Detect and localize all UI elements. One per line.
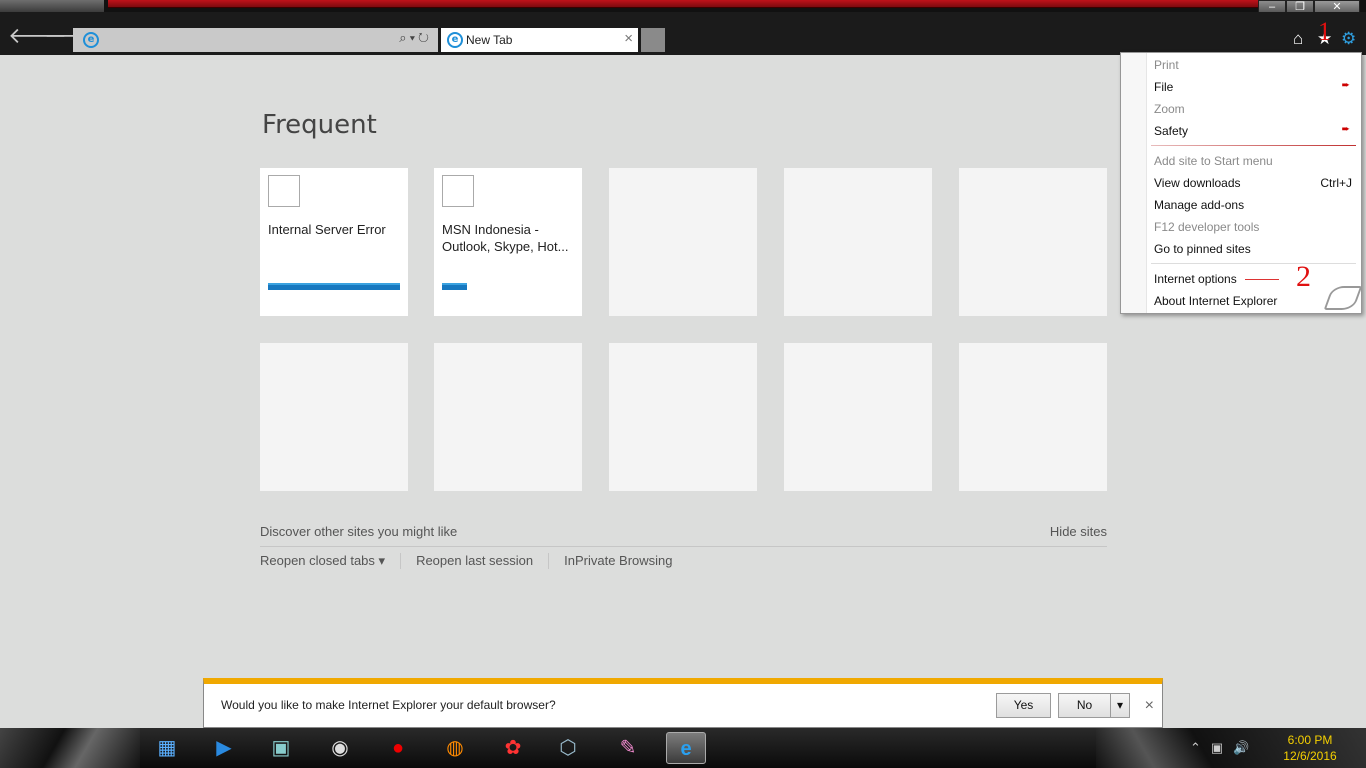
menu-separator [1151,263,1356,264]
tile-title: Internal Server Error [268,222,386,237]
empty-tile [609,343,757,491]
tab-title: New Tab [466,33,513,47]
tools-gear-icon[interactable]: ⚙ [1341,29,1356,49]
system-tray-icons[interactable]: ⌃▣🔊 [1190,740,1259,756]
close-notification-icon[interactable]: × [1145,697,1154,715]
submenu-arrow-icon: ➨ [1341,80,1350,91]
title-bar-left-decoration [0,0,104,12]
inprivate-browsing-link[interactable]: InPrivate Browsing [564,553,687,569]
default-browser-notification: Would you like to make Internet Explorer… [203,678,1163,728]
close-tab-icon[interactable]: × [624,30,633,47]
frequent-tile[interactable]: Internal Server Error [260,168,408,316]
menu-item-label: Safety [1154,124,1189,138]
reopen-closed-tabs-link[interactable]: Reopen closed tabs ▾ [260,553,402,569]
discover-row: Discover other sites you might like Hide… [260,524,1107,547]
ie-icon: e [83,32,99,48]
ie-icon: e [447,32,463,48]
address-bar[interactable]: e ⌕▾↻ [73,28,438,52]
task-view-icon[interactable]: ▦ [147,732,187,764]
site-favicon [268,175,300,207]
menu-separator [1151,145,1356,146]
menu-item-label: File [1154,80,1174,94]
tools-menu: Print File ➨ Zoom Safety ➨ Add site to Sta… [1120,52,1362,314]
title-bar: – ❐ ✕ [0,0,1366,16]
new-tab-button[interactable] [641,28,665,52]
reopen-last-session-link[interactable]: Reopen last session [416,553,550,569]
discover-link[interactable]: Discover other sites you might like [260,524,457,539]
remote-desktop-icon[interactable]: ▣ [261,732,301,764]
frequent-heading: Frequent [262,110,377,140]
annotation-number-two: 2 [1296,260,1311,293]
annotation-number-one: 1 [1318,17,1331,46]
menu-item-safety[interactable]: Safety ➨ [1154,124,1354,138]
firefox-icon[interactable]: ◍ [435,732,475,764]
menu-item-print: Print [1154,58,1179,72]
visit-frequency-bar [442,283,468,290]
address-bar-tools[interactable]: ⌕▾↻ [399,30,432,46]
empty-tile [434,343,582,491]
yes-button[interactable]: Yes [996,693,1051,718]
navigation-bar: 🡐 🡒 e ⌕▾↻ e New Tab × ⌂ ★ ⚙ 1 [0,12,1366,55]
record-app-icon[interactable]: ● [378,732,418,764]
site-favicon [442,175,474,207]
no-options-dropdown[interactable]: ▾ [1110,693,1130,718]
menu-item-add-site: Add site to Start menu [1154,154,1273,168]
menu-item-pinned-sites[interactable]: Go to pinned sites [1154,242,1354,256]
empty-tile [959,343,1107,491]
menu-item-manage-addons[interactable]: Manage add-ons [1154,198,1354,212]
hide-sites-link[interactable]: Hide sites [1050,524,1107,539]
session-links: Reopen closed tabs ▾ Reopen last session… [260,553,703,569]
home-icon[interactable]: ⌂ [1293,29,1303,49]
camera-app-icon[interactable]: ◉ [320,732,360,764]
virtualbox-icon[interactable]: ⬡ [548,732,588,764]
empty-tile [959,168,1107,316]
media-player-icon[interactable]: ▶ [204,732,244,764]
empty-tile [784,343,932,491]
menu-item-file[interactable]: File ➨ [1154,80,1354,94]
title-bar-accent [108,0,1258,8]
visit-frequency-bar [268,283,400,290]
menu-item-zoom: Zoom [1154,102,1185,116]
start-button[interactable] [0,728,140,768]
menu-item-label: View downloads [1154,176,1241,190]
submenu-arrow-icon: ➨ [1341,124,1350,135]
internet-explorer-taskbar-icon[interactable]: e [666,732,706,764]
notification-message: Would you like to make Internet Explorer… [221,698,556,712]
menu-item-view-downloads[interactable]: View downloads Ctrl+J [1154,176,1354,190]
tab-new-tab[interactable]: e New Tab × [441,28,638,52]
empty-tile [260,343,408,491]
clock[interactable]: 6:00 PM 12/6/2016 [1274,732,1346,764]
no-button[interactable]: No [1058,693,1111,718]
tile-title: MSN Indonesia - Outlook, Skype, Hot... [442,222,569,254]
clock-time: 6:00 PM [1287,733,1333,747]
clock-date: 12/6/2016 [1283,749,1337,763]
paint-icon[interactable]: ✎ [608,732,648,764]
menu-item-f12-tools: F12 developer tools [1154,220,1260,234]
frequent-tile[interactable]: MSN Indonesia - Outlook, Skype, Hot... [434,168,582,316]
app-icon[interactable]: ✿ [493,732,533,764]
empty-tile [609,168,757,316]
empty-tile [784,168,932,316]
shortcut-label: Ctrl+J [1320,176,1352,190]
annotation-pointer-line [1245,279,1279,280]
taskbar: ▦ ▶ ▣ ◉ ● ◍ ✿ ⬡ ✎ e ⌃▣🔊 6:00 PM 12/6/201… [0,728,1366,768]
menu-gutter [1121,53,1147,313]
